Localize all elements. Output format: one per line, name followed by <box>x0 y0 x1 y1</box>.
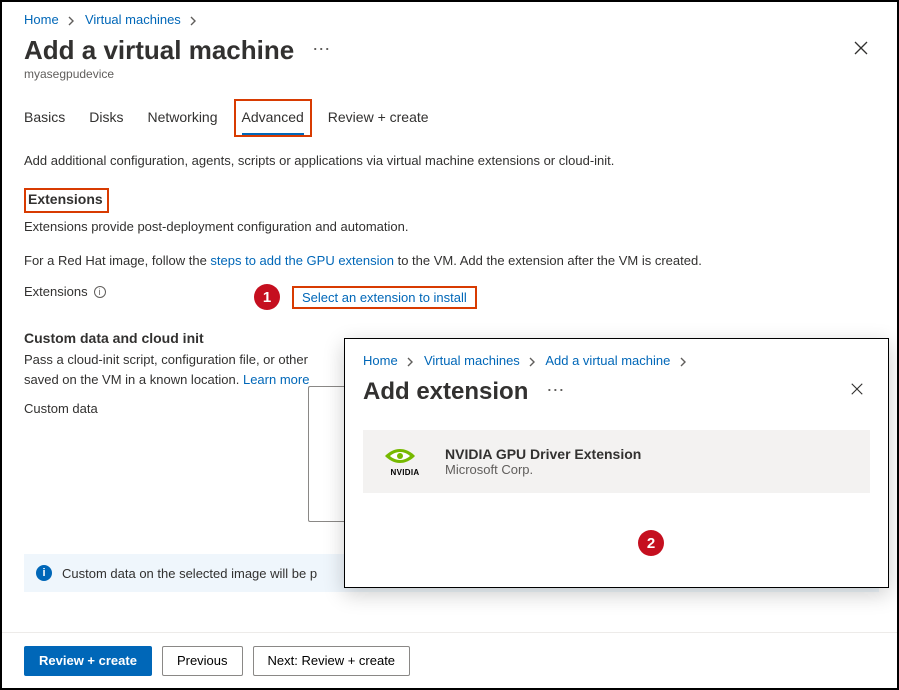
extensions-heading: Extensions <box>28 191 103 207</box>
custom-data-field-label: Custom data <box>24 401 254 416</box>
next-button[interactable]: Next: Review + create <box>253 646 411 676</box>
tabs: Basics Disks Networking Advanced Review … <box>24 103 875 137</box>
select-extension-link[interactable]: Select an extension to install <box>302 290 467 305</box>
extensions-desc: Extensions provide post-deployment confi… <box>24 217 875 237</box>
review-create-button[interactable]: Review + create <box>24 646 152 676</box>
extension-publisher: Microsoft Corp. <box>445 462 641 477</box>
more-actions-button[interactable]: ⋯ <box>304 39 338 60</box>
tab-disks[interactable]: Disks <box>89 103 123 137</box>
gpu-steps-link[interactable]: steps to add the GPU extension <box>210 253 394 268</box>
tab-advanced[interactable]: Advanced <box>242 103 304 135</box>
learn-more-link[interactable]: Learn more <box>243 372 309 387</box>
page-title: Add a virtual machine <box>24 35 294 66</box>
chevron-right-icon <box>190 12 197 27</box>
annotation-highlight: Select an extension to install <box>292 286 477 309</box>
previous-button[interactable]: Previous <box>162 646 243 676</box>
tab-networking[interactable]: Networking <box>147 103 217 137</box>
nvidia-logo-icon: NVIDIA <box>383 446 427 477</box>
annotation-highlight: Extensions <box>24 188 109 213</box>
custom-data-heading: Custom data and cloud init <box>24 330 204 346</box>
panel-breadcrumb-vms[interactable]: Virtual machines <box>424 353 520 368</box>
annotation-highlight: Advanced <box>234 99 312 137</box>
panel-breadcrumb: Home Virtual machines Add a virtual mach… <box>363 353 870 368</box>
callout-badge-2: 2 <box>638 530 664 556</box>
panel-title: Add extension <box>363 378 528 406</box>
panel-breadcrumb-addvm[interactable]: Add a virtual machine <box>545 353 670 368</box>
info-banner-text: Custom data on the selected image will b… <box>62 566 317 581</box>
tab-review[interactable]: Review + create <box>328 103 429 137</box>
breadcrumb-home[interactable]: Home <box>24 12 59 27</box>
tab-basics[interactable]: Basics <box>24 103 65 137</box>
breadcrumb: Home Virtual machines <box>24 12 875 27</box>
info-icon: i <box>36 565 52 581</box>
panel-breadcrumb-home[interactable]: Home <box>363 353 398 368</box>
close-icon <box>850 382 864 396</box>
chevron-right-icon <box>407 353 414 368</box>
tab-description: Add additional configuration, agents, sc… <box>24 153 875 168</box>
chevron-right-icon <box>529 353 536 368</box>
extension-name: NVIDIA GPU Driver Extension <box>445 446 641 462</box>
close-icon <box>853 40 869 56</box>
extensions-redhat-note: For a Red Hat image, follow the steps to… <box>24 251 875 271</box>
callout-badge-1: 1 <box>254 284 280 310</box>
add-extension-panel: Home Virtual machines Add a virtual mach… <box>344 338 889 588</box>
panel-more-button[interactable]: ⋯ <box>538 380 572 401</box>
custom-data-textarea[interactable] <box>308 386 346 522</box>
footer-actions: Review + create Previous Next: Review + … <box>2 632 897 688</box>
close-button[interactable] <box>847 34 875 65</box>
page-subtitle: myasegpudevice <box>24 67 875 81</box>
extensions-field-label: Extensions i <box>24 284 254 299</box>
panel-close-button[interactable] <box>844 376 870 405</box>
info-icon[interactable]: i <box>94 286 106 298</box>
extension-card-nvidia[interactable]: NVIDIA NVIDIA GPU Driver Extension Micro… <box>363 430 870 493</box>
chevron-right-icon <box>68 12 75 27</box>
chevron-right-icon <box>680 353 687 368</box>
breadcrumb-vms[interactable]: Virtual machines <box>85 12 181 27</box>
